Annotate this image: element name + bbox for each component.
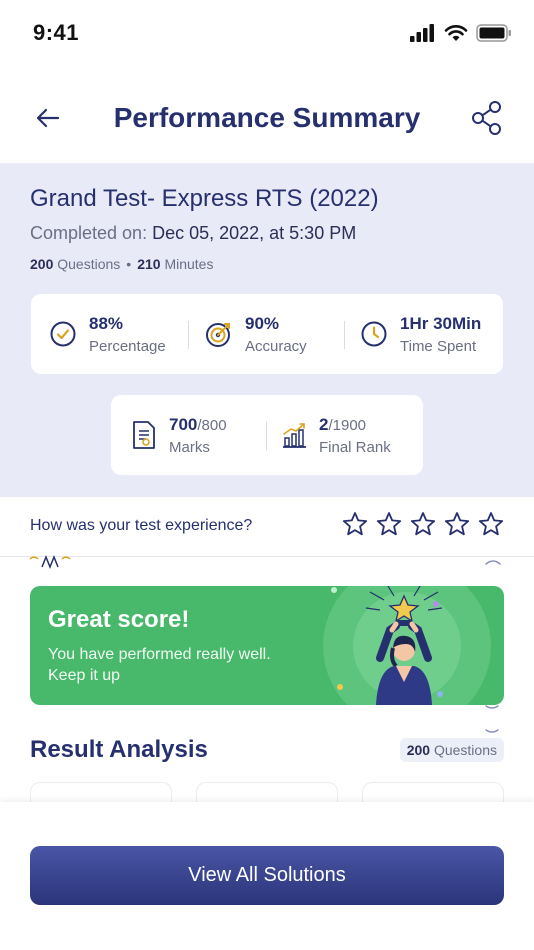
completed-on: Completed on: Dec 05, 2022, at 5:30 PM <box>30 223 356 244</box>
page-title: Performance Summary <box>113 102 421 133</box>
battery-icon <box>476 24 511 42</box>
star-icon[interactable] <box>342 511 368 537</box>
status-icons <box>410 24 512 42</box>
stat-value: 88% <box>89 313 124 333</box>
experience-rating: How was your test experience? <box>0 497 534 557</box>
status-bar: 9:41 <box>0 0 534 64</box>
questions-count: 200 <box>30 256 54 272</box>
bar-chart-icon <box>283 423 306 448</box>
stat-percentage: 88% Percentage <box>49 294 166 374</box>
chevron-up-icon[interactable] <box>484 556 502 566</box>
banner-line: Keep it up <box>48 667 121 684</box>
star-icon[interactable] <box>376 511 402 537</box>
share-icon <box>472 101 501 135</box>
marks-total: /800 <box>197 416 227 434</box>
questions-badge: 200 Questions <box>399 738 504 762</box>
stat-label: Percentage <box>89 337 166 355</box>
stat-marks: 700/800 Marks <box>131 395 227 475</box>
bottom-action-bar: View All Solutions <box>0 802 534 950</box>
divider <box>344 321 345 349</box>
stats-card: 88% Percentage 90% Accuracy 1Hr 30Min Ti… <box>31 294 503 374</box>
banner-line: You have performed really well. <box>48 646 271 663</box>
chevron-down-icon[interactable] <box>484 704 500 738</box>
star-icon[interactable] <box>410 511 436 537</box>
result-analysis-title: Result Analysis <box>30 736 208 763</box>
stat-label: Accuracy <box>245 337 307 355</box>
completed-date: Dec 05, 2022, at 5:30 PM <box>152 223 357 243</box>
badge-label: Questions <box>430 742 497 758</box>
clock-icon <box>361 321 387 347</box>
test-title: Grand Test- Express RTS (2022) <box>30 185 379 212</box>
target-icon <box>206 323 230 347</box>
star-icon[interactable] <box>478 511 504 537</box>
document-icon <box>133 421 155 449</box>
divider <box>188 321 189 349</box>
share-button[interactable] <box>470 100 504 136</box>
meta-separator: • <box>126 256 132 272</box>
marks-score: 700 <box>169 414 198 434</box>
rank-total: /1900 <box>328 416 367 434</box>
stat-value: 1Hr 30Min <box>400 313 482 333</box>
stat-accuracy: 90% Accuracy <box>205 294 307 374</box>
star-icon[interactable] <box>444 511 470 537</box>
stat-final-rank: 2/1900 Final Rank <box>281 395 391 475</box>
banner-message: You have performed really well. Keep it … <box>48 644 298 686</box>
great-score-banner: Great score! You have performed really w… <box>30 586 504 705</box>
rank-label: Final Rank <box>319 438 391 456</box>
header: Performance Summary <box>0 80 534 160</box>
banner-title: Great score! <box>48 606 190 633</box>
mascot-peek-icon <box>29 554 71 569</box>
star-rating <box>342 511 504 537</box>
view-all-solutions-button[interactable]: View All Solutions <box>30 846 504 905</box>
summary-panel: Grand Test- Express RTS (2022) Completed… <box>0 163 534 497</box>
experience-question: How was your test experience? <box>30 517 253 534</box>
check-circle-icon <box>50 321 76 347</box>
stat-value: 90% <box>245 313 280 333</box>
completed-label: Completed on: <box>30 223 153 243</box>
minutes-count: 210 <box>137 256 161 272</box>
stat-time-spent: 1Hr 30Min Time Spent <box>360 294 481 374</box>
status-time: 9:41 <box>33 20 80 45</box>
divider <box>266 422 267 450</box>
test-meta: 200 Questions • 210 Minutes <box>30 256 213 272</box>
marks-label: Marks <box>169 438 210 456</box>
stat-label: Time Spent <box>400 337 477 355</box>
marks-value: 700/800 <box>169 415 227 435</box>
rank-value: 2/1900 <box>319 415 391 435</box>
wifi-icon <box>444 25 468 41</box>
minutes-label: Minutes <box>160 256 214 272</box>
badge-count: 200 <box>406 742 431 758</box>
cellular-signal-icon <box>410 24 434 42</box>
marks-rank-card: 700/800 Marks 2/1900 Final Rank <box>111 395 423 475</box>
questions-label: Questions <box>53 256 121 272</box>
trophy-celebration-illustration <box>323 586 491 705</box>
